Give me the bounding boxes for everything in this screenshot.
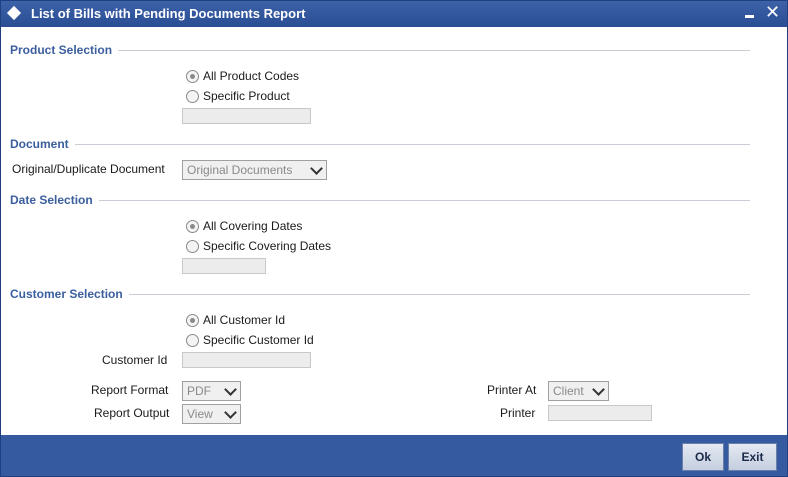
specific-customer-id-radio[interactable]: Specific Customer Id (186, 332, 314, 348)
minimize-button[interactable] (745, 15, 754, 18)
select-value: Client (553, 384, 584, 398)
date-selection-heading: Date Selection (10, 193, 99, 207)
printer-input[interactable] (548, 405, 652, 421)
all-customer-id-radio[interactable]: All Customer Id (186, 312, 285, 328)
exit-button[interactable]: Exit (728, 443, 777, 471)
radio-checked-icon[interactable] (186, 69, 199, 83)
customer-id-label: Customer Id (102, 353, 168, 367)
select-value: View (187, 407, 213, 421)
section-divider (10, 144, 750, 145)
radio-label: Specific Product (203, 89, 290, 103)
chevron-down-icon (310, 162, 323, 175)
section-divider (10, 50, 750, 51)
product-selection-heading: Product Selection (10, 43, 119, 57)
report-format-select[interactable]: PDF (182, 381, 241, 401)
report-output-label: Report Output (94, 406, 170, 420)
printer-label: Printer (500, 406, 536, 420)
report-window: List of Bills with Pending Documents Rep… (0, 0, 788, 477)
report-output-select[interactable]: View (182, 404, 241, 424)
chevron-down-icon (592, 383, 605, 396)
section-divider (10, 200, 750, 201)
radio-label: All Customer Id (203, 313, 286, 327)
radio-unchecked-icon[interactable] (186, 333, 199, 347)
radio-checked-icon[interactable] (186, 219, 199, 233)
original-duplicate-select[interactable]: Original Documents (182, 160, 327, 180)
all-covering-dates-radio[interactable]: All Covering Dates (186, 218, 302, 234)
radio-checked-icon[interactable] (186, 313, 199, 327)
window-title: List of Bills with Pending Documents Rep… (31, 6, 306, 21)
radio-label: All Covering Dates (203, 219, 303, 233)
radio-unchecked-icon[interactable] (186, 239, 199, 253)
printer-at-label: Printer At (487, 383, 537, 397)
report-format-label: Report Format (91, 383, 169, 397)
printer-at-select[interactable]: Client (548, 381, 609, 401)
radio-unchecked-icon[interactable] (186, 89, 199, 103)
all-product-codes-radio[interactable]: All Product Codes (186, 68, 299, 84)
original-duplicate-label: Original/Duplicate Document (12, 162, 165, 176)
close-button[interactable]: ✕ (765, 2, 780, 22)
footer-bar (1, 435, 787, 476)
covering-date-input[interactable] (182, 258, 266, 274)
specific-product-radio[interactable]: Specific Product (186, 88, 290, 104)
customer-selection-heading: Customer Selection (10, 287, 129, 301)
customer-id-input[interactable] (182, 352, 311, 368)
specific-covering-dates-radio[interactable]: Specific Covering Dates (186, 238, 331, 254)
chevron-down-icon (224, 383, 237, 396)
title-bar[interactable]: List of Bills with Pending Documents Rep… (1, 1, 787, 27)
radio-label: Specific Customer Id (203, 333, 314, 347)
document-heading: Document (10, 137, 75, 151)
chevron-down-icon (224, 406, 237, 419)
select-value: Original Documents (187, 163, 293, 177)
radio-label: All Product Codes (203, 69, 300, 83)
radio-label: Specific Covering Dates (203, 239, 332, 253)
diamond-icon (6, 5, 22, 21)
ok-button[interactable]: Ok (682, 443, 724, 471)
specific-product-input[interactable] (182, 108, 311, 124)
select-value: PDF (187, 384, 211, 398)
